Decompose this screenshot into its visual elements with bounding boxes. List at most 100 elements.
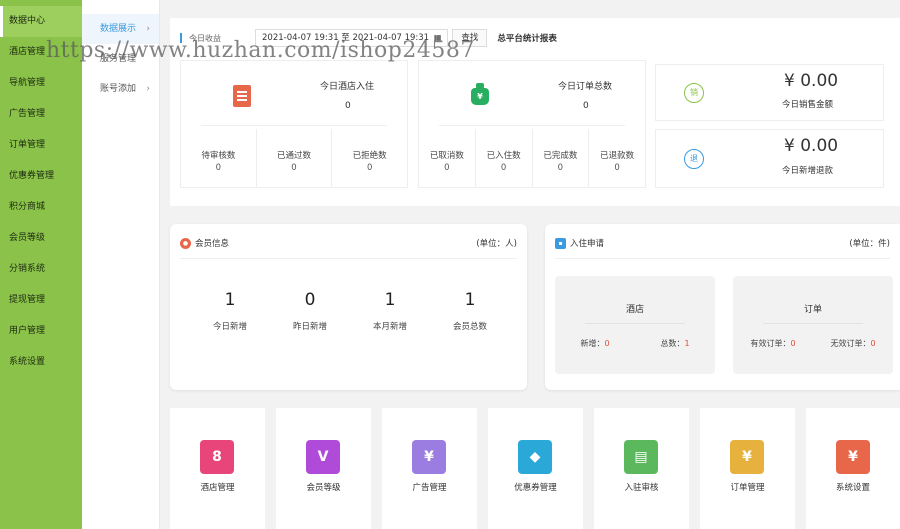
- sub-stat-value: 0: [291, 163, 297, 173]
- checkin-order-title: 订单: [803, 305, 822, 315]
- checkin-hotel-box: 酒店 新增：0 总数：1: [555, 276, 715, 374]
- sub-stat-pending: 待审核数 0: [181, 129, 257, 187]
- sidebar-item-navigation[interactable]: 导航管理: [0, 68, 82, 99]
- member-stat-total: 1 会员总数: [430, 290, 510, 332]
- application-icon: ▪: [555, 237, 566, 249]
- sub-stat-value: 0: [500, 163, 507, 173]
- order-valid-stat: 有效订单：0: [750, 338, 795, 349]
- tile-coupon-management[interactable]: ◆ 优惠券管理: [488, 408, 583, 529]
- sales-label: 今日销售金额: [782, 100, 834, 110]
- checkin-unit: (单位：件): [849, 239, 890, 249]
- refund-amount: ¥ 0.00: [784, 136, 839, 156]
- sidebar-item-coupons[interactable]: 优惠券管理: [0, 161, 82, 192]
- member-stat-month: 1 本月新增: [350, 290, 430, 332]
- main-content: 今日收益 2021-04-07 19:31 至 2021-04-07 19:31…: [160, 0, 900, 529]
- order-count-title: 今日订单总数: [558, 82, 613, 92]
- vip-icon: V: [306, 440, 340, 474]
- sidebar-item-orders[interactable]: 订单管理: [0, 130, 82, 161]
- checkin-title: 入住申请: [570, 239, 605, 249]
- tile-member-level[interactable]: V 会员等级: [276, 408, 371, 529]
- sub-stat-rejected: 已拒绝数 0: [332, 129, 407, 187]
- checkin-application-panel: ▪ 入住申请 (单位：件) 酒店 新增：0 总数：1 订单 有效订单：0 无效订…: [545, 224, 900, 390]
- hotel-checkin-value: 0: [345, 101, 351, 111]
- checkin-order-row: 有效订单：0 无效订单： 0: [733, 338, 893, 349]
- wallet-icon: ¥: [730, 440, 764, 474]
- tile-label: 系统设置: [835, 483, 870, 493]
- member-stat-yesterday: 0 昨日新增: [270, 290, 350, 332]
- hotel-total-label: 总数：: [660, 339, 685, 348]
- chevron-right-icon: ›: [146, 84, 150, 94]
- tile-ad-management[interactable]: ¥ 广告管理: [382, 408, 477, 529]
- hotel-total-value: 1: [684, 339, 690, 348]
- tile-label: 入驻审核: [624, 483, 659, 493]
- sub-menu: 数据展示 › 服务管理 账号添加 ›: [82, 0, 160, 529]
- sales-amount-card: 销 ¥ 0.00 今日销售金额: [655, 64, 884, 121]
- hotel-new-label: 新增：: [580, 339, 605, 348]
- hotel-checkin-card: 今日酒店入住 0 待审核数 0 已通过数 0 已拒绝数 0: [180, 60, 408, 188]
- tile-hotel-management[interactable]: 8 酒店管理: [170, 408, 265, 529]
- checkin-order-box: 订单 有效订单：0 无效订单： 0: [733, 276, 893, 374]
- tile-order-management[interactable]: ¥ 订单管理: [700, 408, 795, 529]
- divider: [201, 125, 387, 126]
- submenu-item-account-add[interactable]: 账号添加 ›: [82, 74, 159, 104]
- sub-stat-label: 已取消数: [429, 151, 464, 161]
- tile-system-settings[interactable]: ¥ 系统设置: [806, 408, 900, 529]
- sidebar-item-member-level[interactable]: 会员等级: [0, 223, 82, 254]
- checkin-hotel-title: 酒店: [625, 305, 644, 315]
- coupon-tag-icon: ◆: [518, 440, 552, 474]
- sub-stat-label: 已通过数: [277, 151, 312, 161]
- watermark-text: https://www.huzhan.com/ishop24587: [46, 38, 475, 63]
- order-count-card: ¥ 今日订单总数 0 已取消数 0 已入住数 0 已完成数 0 已退款数 0: [418, 60, 646, 188]
- sidebar-item-users[interactable]: 用户管理: [0, 316, 82, 347]
- tile-label: 广告管理: [412, 483, 447, 493]
- sub-stat-value: 0: [614, 163, 620, 173]
- order-invalid-label: 无效订单：: [830, 339, 871, 348]
- divider: [180, 258, 517, 259]
- sidebar-item-points-mall[interactable]: 积分商城: [0, 192, 82, 223]
- order-valid-value: 0: [790, 339, 796, 348]
- sub-stat-label: 已拒绝数: [352, 151, 387, 161]
- hotel-new-stat: 新增：0: [580, 338, 609, 349]
- order-count-value: 0: [583, 101, 589, 111]
- member-stats-row: 1 今日新增 0 昨日新增 1 本月新增 1 会员总数: [190, 290, 527, 332]
- sidebar-item-distribution[interactable]: 分销系统: [0, 254, 82, 285]
- hotel-icon: 8: [200, 440, 234, 474]
- member-info-title: 会员信息: [195, 239, 230, 249]
- hotel-total-stat: 总数：1: [660, 338, 689, 349]
- sub-stat-refunded: 已退款数 0: [589, 129, 645, 187]
- checkin-header: ▪ 入住申请 (单位：件): [555, 236, 890, 250]
- tile-label: 优惠券管理: [514, 483, 557, 493]
- member-stat-label: 会员总数: [452, 322, 487, 332]
- sidebar-item-withdraw[interactable]: 提现管理: [0, 285, 82, 316]
- document-icon: [233, 85, 251, 107]
- tile-entry-review[interactable]: ▤ 入驻审核: [594, 408, 689, 529]
- ad-ticket-icon: ¥: [412, 440, 446, 474]
- tile-label: 订单管理: [730, 483, 765, 493]
- hotel-checkin-title: 今日酒店入住: [320, 82, 375, 92]
- sales-icon: 销: [684, 83, 704, 103]
- order-valid-label: 有效订单：: [750, 339, 791, 348]
- member-stat-value: 1: [224, 290, 236, 310]
- sidebar-item-settings[interactable]: 系统设置: [0, 347, 82, 378]
- member-stat-value: 0: [304, 290, 316, 310]
- divider: [439, 125, 625, 126]
- submenu-item-label: 账号添加: [100, 84, 137, 94]
- sidebar-item-data-center[interactable]: 数据中心: [0, 6, 82, 37]
- refund-amount-card: 退 ¥ 0.00 今日新增退款: [655, 129, 884, 188]
- member-stat-value: 1: [384, 290, 396, 310]
- tile-label: 酒店管理: [200, 483, 235, 493]
- sub-stat-label: 已入住数: [486, 151, 521, 161]
- report-title: 总平台统计报表: [497, 34, 557, 44]
- checkin-hotel-row: 新增：0 总数：1: [555, 338, 715, 349]
- sub-stat-label: 已退款数: [600, 151, 635, 161]
- tile-label: 会员等级: [306, 483, 341, 493]
- money-bag-icon: ¥: [471, 83, 489, 105]
- member-stat-value: 1: [464, 290, 476, 310]
- sub-stat-value: 0: [215, 163, 222, 173]
- hotel-sub-stats: 待审核数 0 已通过数 0 已拒绝数 0: [181, 129, 407, 187]
- settings-card-icon: ¥: [836, 440, 870, 474]
- sidebar-item-ads[interactable]: 广告管理: [0, 99, 82, 130]
- sub-stat-value: 0: [366, 163, 373, 173]
- sub-stat-completed: 已完成数 0: [533, 129, 590, 187]
- refund-label: 今日新增退款: [782, 166, 834, 176]
